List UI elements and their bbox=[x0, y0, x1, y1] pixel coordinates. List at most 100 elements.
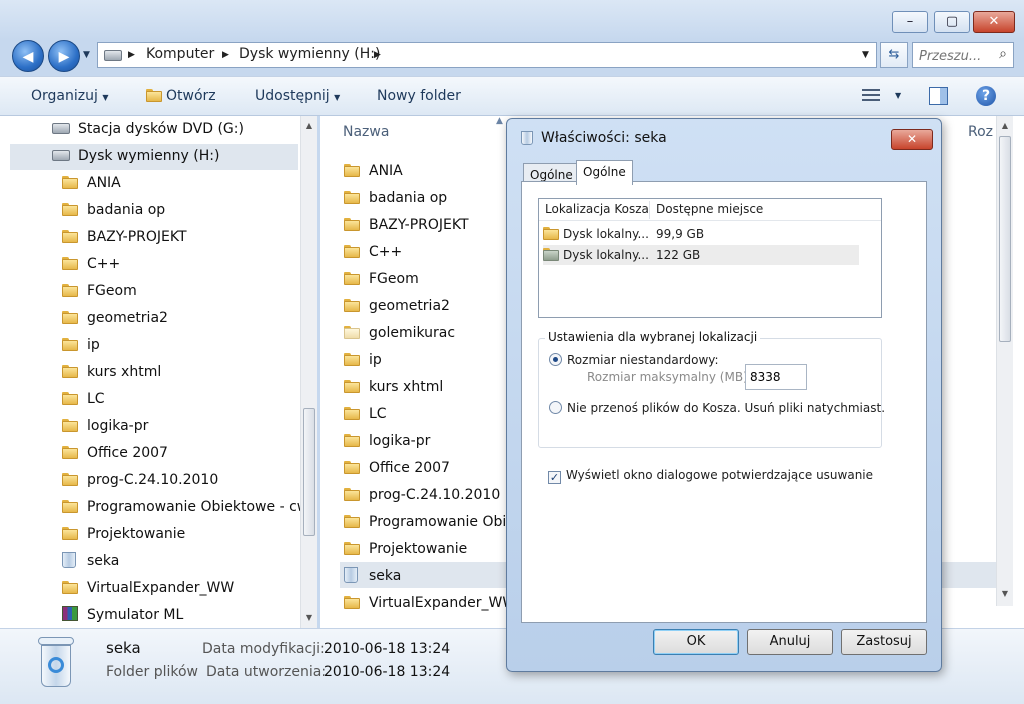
sidebar-item[interactable]: seka bbox=[62, 548, 119, 574]
address-bar[interactable]: ▶ Komputer ▶ Dysk wymienny (H:) ▶ ▼ bbox=[97, 42, 877, 68]
drive-folder-icon bbox=[543, 248, 559, 261]
confirm-delete-checkbox[interactable]: ✓ Wyświetl okno dialogowe potwierdzające … bbox=[548, 468, 873, 484]
sidebar-item[interactable]: FGeom bbox=[62, 278, 137, 304]
space-cell: 99,9 GB bbox=[656, 227, 705, 241]
navigation-scrollbar[interactable]: ▲ ▼ bbox=[300, 116, 317, 628]
sidebar-item-label: BAZY-PROJEKT bbox=[87, 229, 187, 245]
list-item[interactable]: C++ bbox=[344, 239, 402, 265]
sidebar-item[interactable]: Stacja dysków DVD (G:) bbox=[52, 116, 244, 142]
breadcrumb-drive[interactable]: Dysk wymienny (H:) bbox=[239, 46, 380, 62]
ok-button[interactable]: OK bbox=[653, 629, 739, 655]
scroll-up-icon[interactable]: ▲ bbox=[301, 118, 317, 134]
sidebar-item[interactable]: VirtualExpander_WW bbox=[62, 575, 234, 601]
close-button[interactable]: ✕ bbox=[973, 11, 1015, 33]
refresh-button[interactable]: ⇆ bbox=[880, 42, 908, 68]
list-item[interactable]: geometria2 bbox=[344, 293, 450, 319]
max-size-input[interactable] bbox=[745, 364, 807, 390]
preview-pane-icon[interactable] bbox=[929, 87, 948, 105]
sidebar-item[interactable]: Symulator ML bbox=[62, 602, 183, 628]
list-item[interactable]: Dysk lokalny... 99,9 GB bbox=[543, 224, 859, 244]
sidebar-item[interactable]: geometria2 bbox=[62, 305, 168, 331]
sidebar-item[interactable]: Dysk wymienny (H:) bbox=[52, 143, 219, 169]
location-cell: Dysk lokalny... bbox=[563, 248, 649, 262]
list-item[interactable]: kurs xhtml bbox=[344, 374, 443, 400]
search-box[interactable]: ⌕ bbox=[912, 42, 1014, 68]
folder-icon bbox=[344, 191, 360, 204]
list-item[interactable]: Office 2007 bbox=[344, 455, 450, 481]
folder-icon bbox=[62, 446, 78, 459]
recycle-bin-icon bbox=[344, 567, 358, 583]
folder-icon bbox=[344, 326, 360, 339]
column-header-size[interactable]: Roz bbox=[968, 124, 993, 140]
list-item[interactable]: badania op bbox=[344, 185, 447, 211]
sidebar-item[interactable]: LC bbox=[62, 386, 105, 412]
folder-icon bbox=[344, 488, 360, 501]
chevron-down-icon: ▼ bbox=[334, 93, 341, 102]
share-button[interactable]: Udostępnij ▼ bbox=[255, 88, 340, 104]
maximize-button[interactable]: ▢ bbox=[934, 11, 970, 33]
refresh-icon: ⇆ bbox=[888, 47, 900, 62]
navigation-pane: Stacja dysków DVD (G:) Dysk wymienny (H:)… bbox=[0, 116, 300, 628]
forward-button[interactable]: ▶ bbox=[48, 40, 80, 72]
cancel-button[interactable]: Anuluj bbox=[747, 629, 833, 655]
file-list-scrollbar[interactable]: ▲ ▼ bbox=[996, 116, 1013, 606]
list-item[interactable]: Projektowanie bbox=[344, 536, 467, 562]
recycle-location-list[interactable]: Lokalizacja Kosza Dostępne miejsce Dysk … bbox=[538, 198, 882, 318]
list-item[interactable]: FGeom bbox=[344, 266, 419, 292]
view-options-icon[interactable] bbox=[862, 87, 880, 103]
sidebar-item[interactable]: badania op bbox=[62, 197, 165, 223]
scroll-down-icon[interactable]: ▼ bbox=[301, 610, 317, 626]
list-item[interactable]: Programowanie Obie bbox=[344, 509, 515, 535]
sidebar-item[interactable]: Programowanie Obiektowe - cw bbox=[62, 494, 300, 520]
list-item-selected[interactable]: Dysk lokalny... 122 GB bbox=[543, 245, 859, 265]
column-header-name[interactable]: Nazwa bbox=[343, 124, 389, 140]
sidebar-item[interactable]: ip bbox=[62, 332, 100, 358]
minimize-button[interactable]: – bbox=[892, 11, 928, 33]
help-icon[interactable]: ? bbox=[976, 86, 996, 106]
scrollbar-thumb[interactable] bbox=[999, 136, 1011, 342]
address-history-chevron-icon[interactable]: ▼ bbox=[862, 50, 869, 60]
new-folder-button[interactable]: Nowy folder bbox=[377, 88, 461, 104]
scroll-up-icon[interactable]: ▲ bbox=[997, 118, 1013, 134]
dialog-close-button[interactable]: ✕ bbox=[891, 129, 933, 150]
list-item[interactable]: ip bbox=[344, 347, 382, 373]
list-item[interactable]: logika-pr bbox=[344, 428, 430, 454]
scrollbar-thumb[interactable] bbox=[303, 408, 315, 536]
list-item[interactable]: VirtualExpander_WW bbox=[344, 590, 516, 616]
breadcrumb-computer[interactable]: Komputer bbox=[146, 46, 214, 62]
apply-button[interactable]: Zastosuj bbox=[841, 629, 927, 655]
no-move-radio[interactable]: Nie przenoś plików do Kosza. Usuń pliki … bbox=[549, 401, 885, 415]
drive-folder-icon bbox=[543, 227, 559, 240]
sidebar-item[interactable]: C++ bbox=[62, 251, 120, 277]
sidebar-item[interactable]: Projektowanie bbox=[62, 521, 185, 547]
column-header-location[interactable]: Lokalizacja Kosza bbox=[545, 202, 649, 216]
tab-general-2[interactable]: Ogólne bbox=[576, 160, 633, 185]
folder-icon bbox=[344, 353, 360, 366]
view-chevron-down-icon[interactable]: ▼ bbox=[895, 91, 901, 100]
organize-button[interactable]: Organizuj ▼ bbox=[31, 88, 108, 104]
recent-pages-chevron-icon[interactable]: ▼ bbox=[83, 50, 90, 60]
column-header-space[interactable]: Dostępne miejsce bbox=[656, 202, 763, 216]
open-button[interactable]: Otwórz bbox=[146, 88, 216, 104]
sidebar-item[interactable]: Office 2007 bbox=[62, 440, 168, 466]
list-item[interactable]: BAZY-PROJEKT bbox=[344, 212, 469, 238]
folder-icon bbox=[62, 338, 78, 351]
folder-icon bbox=[62, 176, 78, 189]
sidebar-item[interactable]: logika-pr bbox=[62, 413, 148, 439]
list-item[interactable]: golemikurac bbox=[344, 320, 455, 346]
list-item[interactable]: LC bbox=[344, 401, 387, 427]
sidebar-item-label: Programowanie Obiektowe - cw bbox=[87, 499, 300, 515]
back-button[interactable]: ◀ bbox=[12, 40, 44, 72]
sidebar-item[interactable]: kurs xhtml bbox=[62, 359, 161, 385]
list-item[interactable]: seka bbox=[344, 563, 401, 589]
list-item[interactable]: ANIA bbox=[344, 158, 403, 184]
scroll-down-icon[interactable]: ▼ bbox=[997, 586, 1013, 602]
sidebar-item-label: Symulator ML bbox=[87, 607, 184, 623]
search-input[interactable] bbox=[917, 46, 991, 66]
sidebar-item[interactable]: prog-C.24.10.2010 bbox=[62, 467, 218, 493]
radio-selected-icon bbox=[549, 353, 562, 366]
custom-size-radio[interactable]: Rozmiar niestandardowy: bbox=[549, 353, 719, 367]
sidebar-item[interactable]: ANIA bbox=[62, 170, 121, 196]
list-item[interactable]: prog-C.24.10.2010 bbox=[344, 482, 500, 508]
sidebar-item[interactable]: BAZY-PROJEKT bbox=[62, 224, 187, 250]
